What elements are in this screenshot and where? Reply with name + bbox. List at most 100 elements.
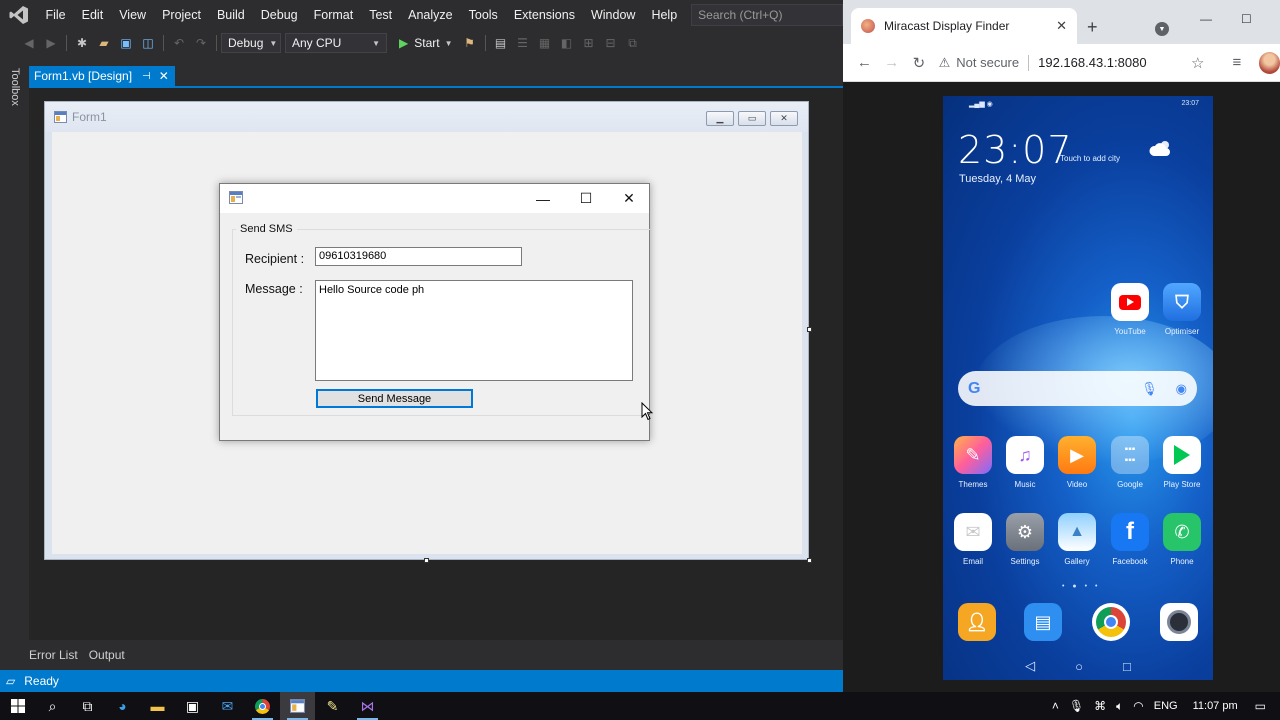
dock-messages[interactable]: ▤	[1017, 603, 1069, 641]
forward-icon[interactable]: ▶	[40, 33, 62, 53]
order-icon[interactable]: ⧉	[622, 33, 644, 53]
close-icon[interactable]: ✕	[1056, 18, 1067, 34]
app-email[interactable]: ✉ Email	[947, 513, 999, 566]
send-message-button[interactable]: Send Message	[316, 389, 473, 408]
save-icon[interactable]: ▣	[115, 33, 137, 53]
network-icon[interactable]: ⌘	[1094, 699, 1106, 713]
reading-list-icon[interactable]: ≡	[1223, 49, 1250, 77]
start-windows-icon[interactable]	[0, 692, 35, 720]
maximize-icon[interactable]: ☐	[1241, 12, 1252, 26]
menu-format[interactable]: Format	[306, 0, 362, 30]
chevron-up-icon[interactable]: ˄	[1052, 699, 1059, 713]
spacing-icon[interactable]: ⊟	[600, 33, 622, 53]
menu-test[interactable]: Test	[361, 0, 400, 30]
mail-icon[interactable]: ✉	[210, 692, 245, 720]
profile-avatar[interactable]	[1258, 51, 1280, 74]
back-icon[interactable]: ◀	[18, 33, 40, 53]
clock-widget[interactable]: 23:07	[958, 128, 1073, 172]
microphone-icon[interactable]: 🎙︎	[1069, 699, 1084, 713]
language-indicator[interactable]: ENG	[1154, 700, 1178, 712]
menu-analyze[interactable]: Analyze	[400, 0, 460, 30]
menu-edit[interactable]: Edit	[74, 0, 112, 30]
browser-tab[interactable]: Miracast Display Finder ✕	[851, 8, 1077, 44]
menu-view[interactable]: View	[111, 0, 154, 30]
app-gallery[interactable]: ▲ Gallery	[1051, 513, 1103, 566]
app-settings[interactable]: ⚙ Settings	[999, 513, 1051, 566]
redo-icon[interactable]: ↷	[190, 33, 212, 53]
back-arrow-icon[interactable]: ←	[851, 49, 878, 77]
platform-select[interactable]: Any CPU ▼	[285, 33, 387, 53]
app-themes[interactable]: ✎ Themes	[947, 436, 999, 489]
menu-debug[interactable]: Debug	[253, 0, 306, 30]
app-phone[interactable]: ✆ Phone	[1156, 513, 1208, 566]
menu-window[interactable]: Window	[583, 0, 643, 30]
tab-output[interactable]: Output	[86, 648, 128, 662]
sms-app-titlebar[interactable]: — ☐ ✕	[220, 184, 649, 213]
undo-icon[interactable]: ↶	[168, 33, 190, 53]
chrome-taskbar-icon[interactable]	[245, 692, 280, 720]
message-textarea[interactable]: Hello Source code ph	[315, 280, 633, 381]
bookmark-star-icon[interactable]: ☆	[1184, 49, 1211, 77]
microphone-icon[interactable]: 🎙︎	[1141, 381, 1158, 397]
close-icon[interactable]: ✕	[607, 184, 651, 213]
wifi-icon[interactable]: ◠	[1133, 699, 1143, 713]
store-icon[interactable]: ▣	[175, 692, 210, 720]
resize-handle[interactable]	[807, 327, 812, 332]
home-circle-icon[interactable]: ○	[1075, 659, 1083, 674]
app-music[interactable]: ♫ Music	[999, 436, 1051, 489]
menu-help[interactable]: Help	[643, 0, 685, 30]
save-all-icon[interactable]: ◫	[137, 33, 159, 53]
tab-search-icon[interactable]: ▼	[1155, 22, 1169, 36]
minimize-icon[interactable]: —	[521, 184, 565, 213]
menu-file[interactable]: File	[37, 0, 73, 30]
vs-search-input[interactable]: Search (Ctrl+Q)	[691, 4, 843, 26]
close-icon[interactable]: ✕	[159, 69, 169, 83]
app-google-folder[interactable]: ▪▪▪ ▪▪▪ Google	[1104, 436, 1156, 489]
dock-camera[interactable]	[1153, 603, 1205, 641]
minimize-icon[interactable]: —	[1200, 12, 1212, 26]
grid-icon[interactable]: ▦	[534, 33, 556, 53]
lens-camera-icon[interactable]: ◉	[1176, 381, 1187, 397]
app-youtube[interactable]: YouTube	[1104, 283, 1156, 336]
tab-form1-design[interactable]: Form1.vb [Design] ⊣ ✕	[29, 66, 175, 86]
file-explorer-icon[interactable]: ▬	[140, 692, 175, 720]
recipient-input[interactable]: 09610319680	[315, 247, 522, 266]
menu-build[interactable]: Build	[209, 0, 253, 30]
dock-contacts[interactable]: 👤︎	[951, 603, 1003, 641]
tab-error-list[interactable]: Error List	[26, 648, 81, 662]
winforms-app-taskbar-icon[interactable]	[280, 692, 315, 720]
reload-icon[interactable]: ↻	[905, 49, 932, 77]
pin-icon[interactable]: ⊣	[142, 71, 151, 82]
dock-chrome[interactable]	[1085, 603, 1137, 641]
back-triangle-icon[interactable]: ◁	[1025, 658, 1035, 674]
layout-icon[interactable]: ◧	[556, 33, 578, 53]
start-button[interactable]: ▶ Start ▼	[393, 36, 459, 50]
google-search-widget[interactable]: G 🎙︎ ◉	[958, 371, 1197, 406]
task-view-icon[interactable]: ⧉	[70, 692, 105, 720]
new-project-icon[interactable]: ✱	[71, 33, 93, 53]
resize-handle[interactable]	[424, 558, 429, 563]
visual-studio-taskbar-icon[interactable]: ⋈	[350, 692, 385, 720]
phone-mirror-screen[interactable]: ▂▄▆ ◉ 23:07 23:07 Touch to add city Tues…	[943, 96, 1213, 680]
maximize-icon[interactable]: ☐	[564, 184, 608, 213]
address-bar[interactable]: ⚠ Not secure 192.168.43.1:8080	[939, 49, 1184, 77]
menu-tools[interactable]: Tools	[461, 0, 506, 30]
search-icon[interactable]: ⌕	[35, 692, 70, 720]
attach-icon[interactable]: ⚑	[459, 33, 481, 53]
new-tab-icon[interactable]: +	[1087, 18, 1098, 36]
add-city-label[interactable]: Touch to add city	[1060, 154, 1120, 163]
visual-studio-logo-icon[interactable]	[8, 3, 29, 27]
toolbox-tab[interactable]: Toolbox	[9, 68, 21, 106]
app-play-store[interactable]: Play Store	[1156, 436, 1208, 489]
notepad-icon[interactable]: ✎	[315, 692, 350, 720]
taskbar-clock[interactable]: 11:07 pm	[1193, 700, 1238, 712]
recents-square-icon[interactable]: □	[1123, 659, 1131, 674]
menu-extensions[interactable]: Extensions	[506, 0, 583, 30]
open-folder-icon[interactable]: ▰	[93, 33, 115, 53]
edge-browser-icon[interactable]: ◕	[105, 692, 140, 720]
resize-handle[interactable]	[807, 558, 812, 563]
notifications-icon[interactable]: ▭	[1255, 699, 1266, 713]
app-video[interactable]: ▶ Video	[1051, 436, 1103, 489]
align-icon[interactable]: ☰	[512, 33, 534, 53]
app-optimiser[interactable]: ⛉ Optimiser	[1156, 283, 1208, 336]
